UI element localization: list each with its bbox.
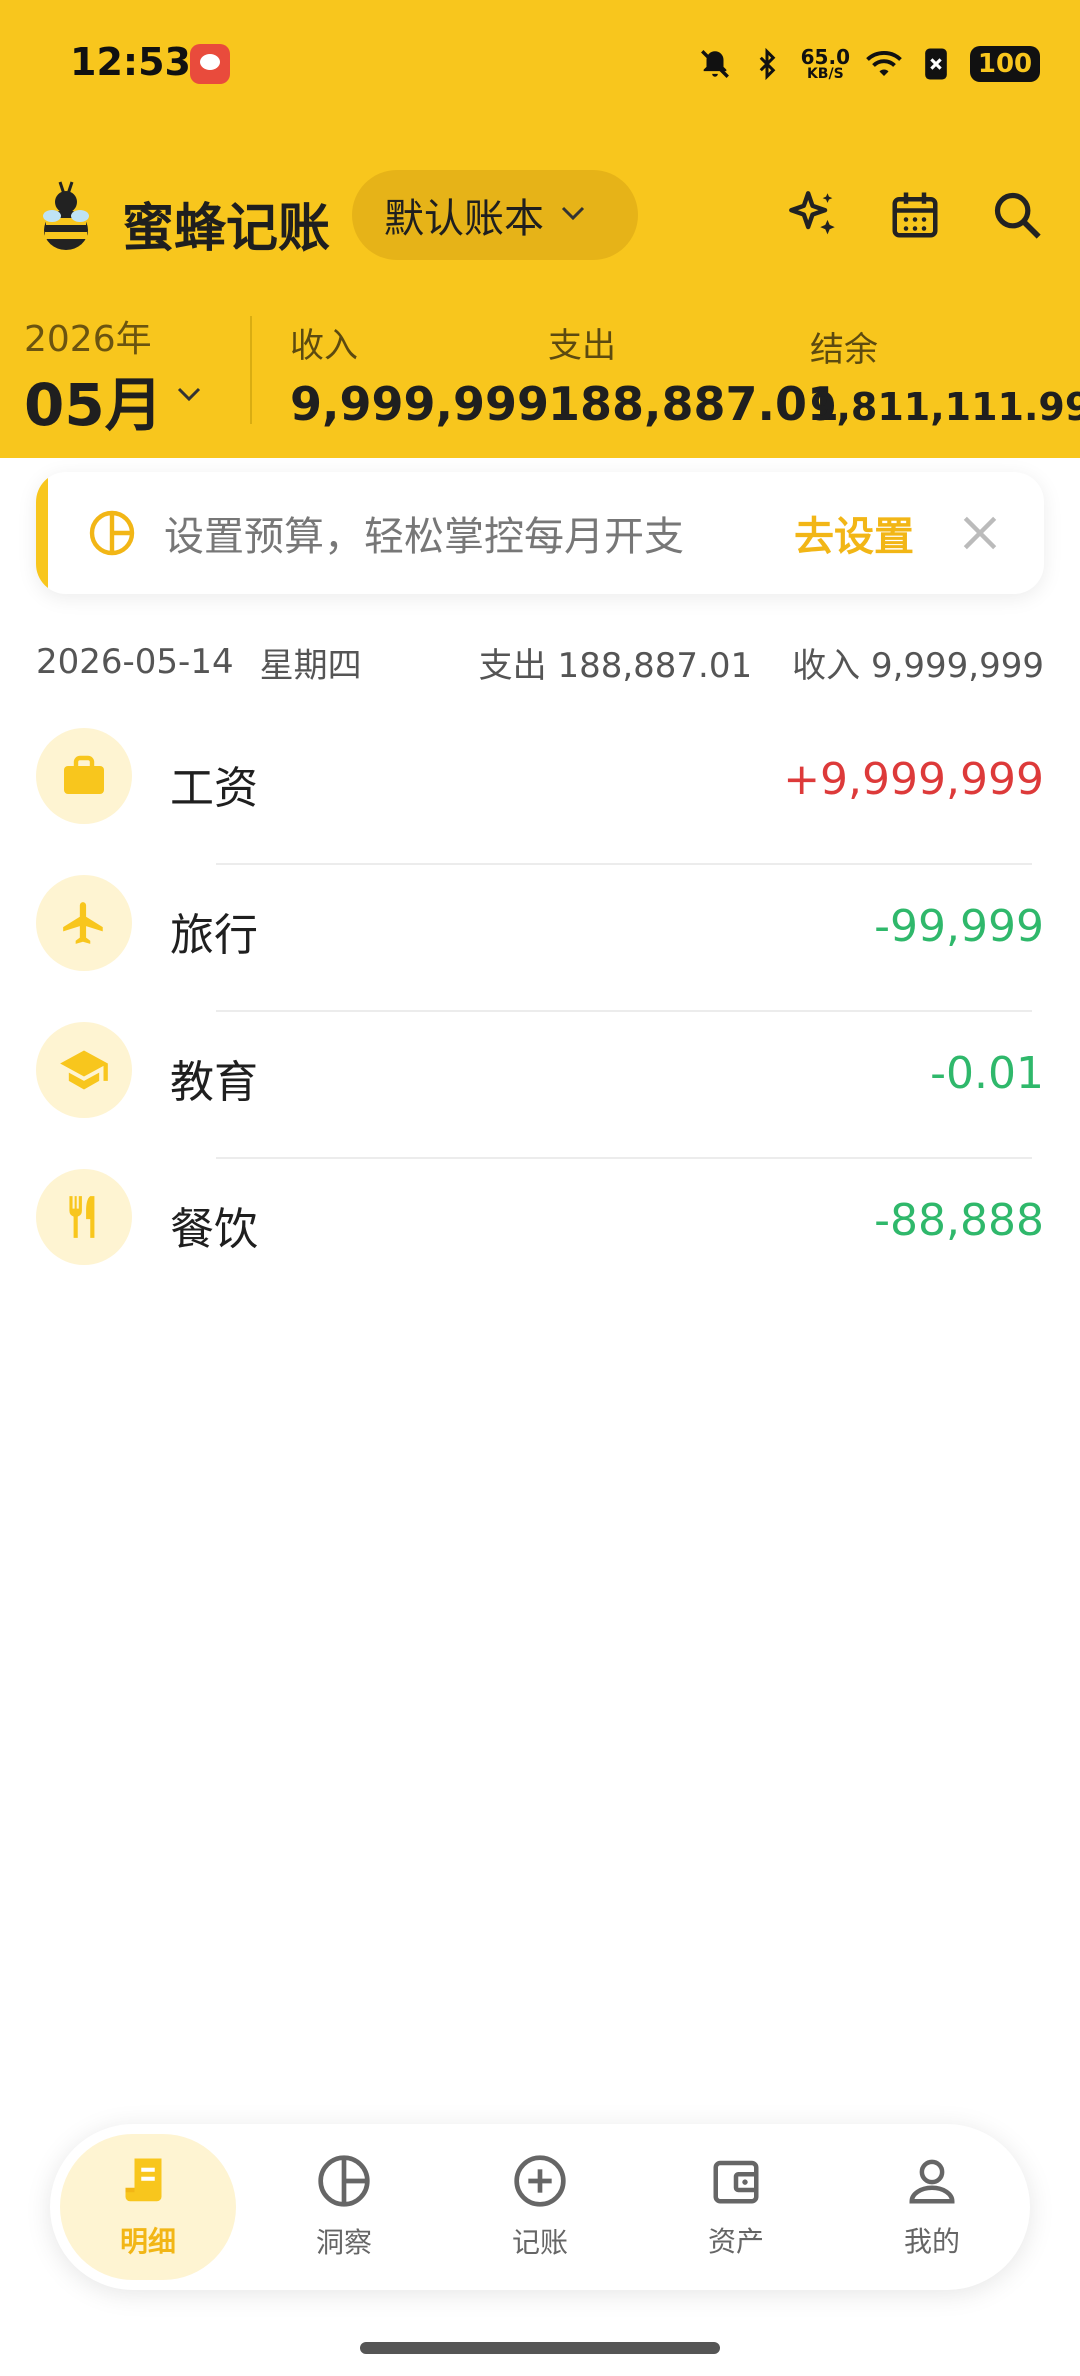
net-speed-value: 65.0 (800, 45, 850, 69)
fork-knife-icon (36, 1169, 132, 1265)
nav-label: 资产 (707, 2225, 764, 2258)
income-summary: 收入 9,999,999 (290, 318, 549, 431)
transaction-amount: +9,999,999 (783, 754, 1044, 805)
nav-profile[interactable]: 我的 (844, 2134, 1020, 2280)
chevron-down-icon[interactable] (176, 386, 202, 406)
status-time: 12:53 (70, 40, 191, 84)
home-indicator[interactable] (360, 2342, 720, 2354)
balance-label: 结余 (810, 330, 878, 370)
nav-add-record[interactable]: 记账 (452, 2134, 628, 2280)
transaction-amount: -88,888 (874, 1195, 1044, 1246)
budget-setup-button[interactable]: 去设置 (794, 504, 914, 562)
app-title: 蜜蜂记账 (122, 199, 331, 259)
nav-label: 洞察 (315, 2226, 372, 2259)
search-icon[interactable] (984, 182, 1050, 248)
transaction-category: 工资 (170, 763, 258, 814)
balance-summary: 结余 9,811,111.99 (810, 322, 1080, 429)
expense-value: 188,887.01 (548, 377, 840, 431)
chevron-down-icon (560, 205, 586, 225)
battery-icon: 100 (970, 46, 1040, 82)
briefcase-icon (36, 728, 132, 824)
net-speed: 65.0 KB/S (801, 47, 850, 81)
wifi-icon (866, 46, 902, 82)
bottom-navigation: 明细 洞察 记账 资产 我的 (50, 2124, 1030, 2290)
status-bar: 12:53 65.0 KB/S 100 (0, 0, 1080, 130)
expense-summary: 支出 188,887.01 (548, 318, 839, 431)
net-speed-unit: KB/S (806, 66, 844, 82)
month-selector[interactable]: 05月 (24, 358, 163, 442)
transaction-row[interactable]: 教育 -0.01 (0, 1012, 1080, 1159)
app-bar: 蜜蜂记账 默认账本 (0, 170, 1080, 270)
pie-chart-icon (88, 509, 136, 557)
airplane-icon (36, 875, 132, 971)
transaction-row[interactable]: 工资 +9,999,999 (0, 718, 1080, 865)
nav-details[interactable]: 明细 (60, 2134, 236, 2280)
account-book-selector[interactable]: 默认账本 (352, 170, 638, 260)
status-icons: 65.0 KB/S 100 (697, 40, 1040, 88)
expense-label: 支出 (548, 326, 616, 366)
day-income-total: 收入 9,999,999 (792, 645, 1044, 686)
income-label: 收入 (290, 326, 358, 366)
transaction-category: 餐饮 (170, 1204, 258, 1255)
nav-label: 我的 (903, 2225, 960, 2258)
day-date: 2026-05-14 (36, 642, 234, 682)
weibo-notification-icon (190, 44, 230, 84)
transaction-category: 教育 (170, 1057, 258, 1108)
transaction-amount: -0.01 (930, 1048, 1044, 1099)
transaction-row[interactable]: 餐饮 -88,888 (0, 1159, 1080, 1306)
person-icon (905, 2154, 959, 2212)
bluetooth-icon (749, 46, 785, 82)
income-value: 9,999,999 (290, 377, 549, 431)
transaction-list: 工资 +9,999,999 旅行 -99,999 教育 -0.01 餐饮 -88… (0, 718, 1080, 1306)
budget-banner-text: 设置预算，轻松掌控每月开支 (164, 514, 684, 560)
day-expense-total: 支出 188,887.01 (478, 645, 753, 686)
graduation-cap-icon (36, 1022, 132, 1118)
plus-circle-icon (512, 2153, 568, 2213)
calendar-icon[interactable] (882, 182, 948, 248)
nav-label: 记账 (511, 2226, 568, 2259)
day-group-header: 2026-05-14 星期四 支出 188,887.01 收入 9,999,99… (36, 640, 1044, 686)
account-book-label: 默认账本 (384, 196, 544, 242)
wallet-icon (709, 2154, 763, 2212)
summary-divider (250, 316, 252, 424)
transaction-amount: -99,999 (874, 901, 1044, 952)
sparkle-ai-icon[interactable] (780, 182, 846, 248)
year-label: 2026年 (24, 319, 152, 360)
month-summary: 2026年 05月 收入 9,999,999 支出 188,887.01 结余 … (0, 300, 1080, 440)
top-actions (780, 182, 1050, 248)
balance-value: 9,811,111.99 (810, 385, 1080, 429)
transaction-row[interactable]: 旅行 -99,999 (0, 865, 1080, 1012)
transaction-category: 旅行 (170, 910, 258, 961)
pie-chart-icon (316, 2153, 372, 2213)
close-icon[interactable] (958, 511, 1002, 555)
nav-insights[interactable]: 洞察 (256, 2134, 432, 2280)
mute-bell-icon (697, 46, 733, 82)
nav-label: 明细 (119, 2225, 176, 2258)
sim-off-icon (918, 46, 954, 82)
budget-banner: 设置预算，轻松掌控每月开支 去设置 (36, 472, 1044, 594)
day-weekday: 星期四 (259, 645, 362, 686)
bee-logo-icon (40, 180, 92, 254)
nav-assets[interactable]: 资产 (648, 2134, 824, 2280)
receipt-icon (121, 2154, 175, 2212)
